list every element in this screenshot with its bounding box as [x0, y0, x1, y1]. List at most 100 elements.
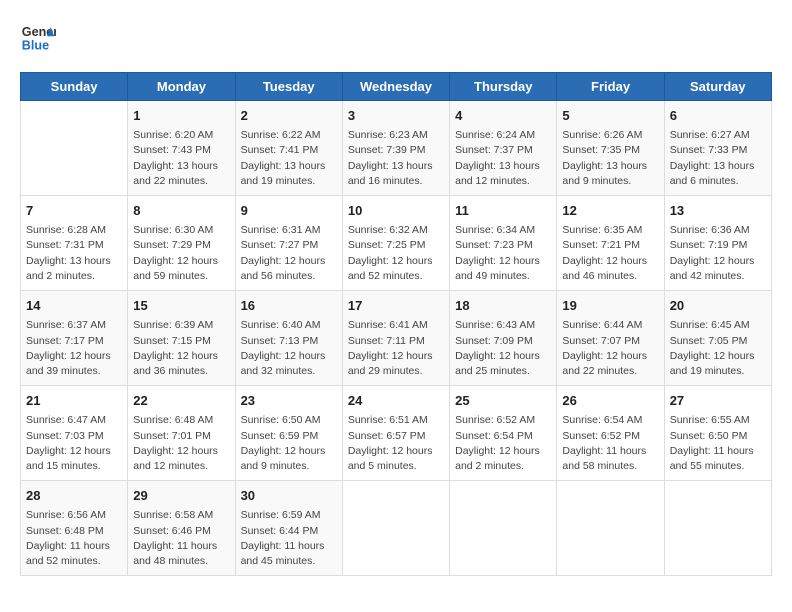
calendar-cell: 15 Sunrise: 6:39 AM Sunset: 7:15 PM Dayli…: [128, 291, 235, 386]
calendar-cell: 11Sunrise: 6:34 AM Sunset: 7:23 PM Dayli…: [450, 196, 557, 291]
day-info: Sunrise: 6:22 AM Sunset: 7:41 PM Dayligh…: [241, 128, 337, 189]
day-number: 8: [133, 202, 229, 220]
day-info: Sunrise: 6:28 AM Sunset: 7:31 PM Dayligh…: [26, 223, 122, 284]
day-info: Sunrise: 6:36 AM Sunset: 7:19 PM Dayligh…: [670, 223, 766, 284]
day-number: 23: [241, 392, 337, 410]
day-number: 26: [562, 392, 658, 410]
calendar-cell: 6Sunrise: 6:27 AM Sunset: 7:33 PM Daylig…: [664, 101, 771, 196]
page-header: General Blue: [20, 20, 772, 56]
day-number: 24: [348, 392, 444, 410]
day-header-monday: Monday: [128, 73, 235, 101]
day-number: 28: [26, 487, 122, 505]
day-info: Sunrise: 6:41 AM Sunset: 7:11 PM Dayligh…: [348, 318, 444, 379]
calendar-header: SundayMondayTuesdayWednesdayThursdayFrid…: [21, 73, 772, 101]
day-number: 12: [562, 202, 658, 220]
day-info: Sunrise: 6:55 AM Sunset: 6:50 PM Dayligh…: [670, 413, 766, 474]
calendar-cell: 4 Sunrise: 6:24 AM Sunset: 7:37 PM Daylig…: [450, 101, 557, 196]
day-info: Sunrise: 6:35 AM Sunset: 7:21 PM Dayligh…: [562, 223, 658, 284]
calendar-cell: [664, 481, 771, 576]
day-number: 27: [670, 392, 766, 410]
day-info: Sunrise: 6:56 AM Sunset: 6:48 PM Dayligh…: [26, 508, 122, 569]
day-number: 25: [455, 392, 551, 410]
calendar-cell: 7 Sunrise: 6:28 AM Sunset: 7:31 PM Daylig…: [21, 196, 128, 291]
day-number: 29: [133, 487, 229, 505]
day-header-saturday: Saturday: [664, 73, 771, 101]
calendar-body: 1Sunrise: 6:20 AM Sunset: 7:43 PM Daylig…: [21, 101, 772, 576]
calendar-cell: 8 Sunrise: 6:30 AM Sunset: 7:29 PM Daylig…: [128, 196, 235, 291]
day-header-friday: Friday: [557, 73, 664, 101]
calendar-cell: 9 Sunrise: 6:31 AM Sunset: 7:27 PM Daylig…: [235, 196, 342, 291]
day-info: Sunrise: 6:40 AM Sunset: 7:13 PM Dayligh…: [241, 318, 337, 379]
calendar-cell: [557, 481, 664, 576]
calendar-cell: 14 Sunrise: 6:37 AM Sunset: 7:17 PM Dayli…: [21, 291, 128, 386]
week-row-1: 1Sunrise: 6:20 AM Sunset: 7:43 PM Daylig…: [21, 101, 772, 196]
day-number: 20: [670, 297, 766, 315]
calendar-cell: 23 Sunrise: 6:50 AM Sunset: 6:59 PM Dayli…: [235, 386, 342, 481]
calendar-cell: 2Sunrise: 6:22 AM Sunset: 7:41 PM Daylig…: [235, 101, 342, 196]
calendar-cell: 25 Sunrise: 6:52 AM Sunset: 6:54 PM Dayli…: [450, 386, 557, 481]
week-row-3: 14 Sunrise: 6:37 AM Sunset: 7:17 PM Dayli…: [21, 291, 772, 386]
calendar-cell: 1Sunrise: 6:20 AM Sunset: 7:43 PM Daylig…: [128, 101, 235, 196]
calendar-cell: 22 Sunrise: 6:48 AM Sunset: 7:01 PM Dayli…: [128, 386, 235, 481]
day-info: Sunrise: 6:48 AM Sunset: 7:01 PM Dayligh…: [133, 413, 229, 474]
svg-text:Blue: Blue: [22, 39, 49, 53]
day-header-sunday: Sunday: [21, 73, 128, 101]
day-info: Sunrise: 6:20 AM Sunset: 7:43 PM Dayligh…: [133, 128, 229, 189]
day-info: Sunrise: 6:54 AM Sunset: 6:52 PM Dayligh…: [562, 413, 658, 474]
day-header-wednesday: Wednesday: [342, 73, 449, 101]
calendar-cell: [450, 481, 557, 576]
day-info: Sunrise: 6:50 AM Sunset: 6:59 PM Dayligh…: [241, 413, 337, 474]
day-info: Sunrise: 6:52 AM Sunset: 6:54 PM Dayligh…: [455, 413, 551, 474]
day-info: Sunrise: 6:47 AM Sunset: 7:03 PM Dayligh…: [26, 413, 122, 474]
day-header-tuesday: Tuesday: [235, 73, 342, 101]
day-info: Sunrise: 6:26 AM Sunset: 7:35 PM Dayligh…: [562, 128, 658, 189]
day-number: 22: [133, 392, 229, 410]
calendar-cell: 17 Sunrise: 6:41 AM Sunset: 7:11 PM Dayli…: [342, 291, 449, 386]
day-info: Sunrise: 6:51 AM Sunset: 6:57 PM Dayligh…: [348, 413, 444, 474]
calendar-cell: 19 Sunrise: 6:44 AM Sunset: 7:07 PM Dayli…: [557, 291, 664, 386]
day-number: 15: [133, 297, 229, 315]
day-number: 17: [348, 297, 444, 315]
day-number: 16: [241, 297, 337, 315]
day-info: Sunrise: 6:32 AM Sunset: 7:25 PM Dayligh…: [348, 223, 444, 284]
calendar-cell: 29 Sunrise: 6:58 AM Sunset: 6:46 PM Dayli…: [128, 481, 235, 576]
day-number: 5: [562, 107, 658, 125]
calendar-cell: 13 Sunrise: 6:36 AM Sunset: 7:19 PM Dayli…: [664, 196, 771, 291]
week-row-5: 28 Sunrise: 6:56 AM Sunset: 6:48 PM Dayli…: [21, 481, 772, 576]
calendar-cell: 18 Sunrise: 6:43 AM Sunset: 7:09 PM Dayli…: [450, 291, 557, 386]
calendar-cell: 24 Sunrise: 6:51 AM Sunset: 6:57 PM Dayli…: [342, 386, 449, 481]
day-info: Sunrise: 6:44 AM Sunset: 7:07 PM Dayligh…: [562, 318, 658, 379]
day-number: 10: [348, 202, 444, 220]
calendar-cell: 16 Sunrise: 6:40 AM Sunset: 7:13 PM Dayli…: [235, 291, 342, 386]
calendar-cell: [21, 101, 128, 196]
calendar-cell: 21 Sunrise: 6:47 AM Sunset: 7:03 PM Dayli…: [21, 386, 128, 481]
day-info: Sunrise: 6:58 AM Sunset: 6:46 PM Dayligh…: [133, 508, 229, 569]
calendar-table: SundayMondayTuesdayWednesdayThursdayFrid…: [20, 72, 772, 576]
day-info: Sunrise: 6:24 AM Sunset: 7:37 PM Dayligh…: [455, 128, 551, 189]
day-number: 4: [455, 107, 551, 125]
day-number: 14: [26, 297, 122, 315]
day-info: Sunrise: 6:59 AM Sunset: 6:44 PM Dayligh…: [241, 508, 337, 569]
calendar-cell: 28 Sunrise: 6:56 AM Sunset: 6:48 PM Dayli…: [21, 481, 128, 576]
calendar-cell: 30 Sunrise: 6:59 AM Sunset: 6:44 PM Dayli…: [235, 481, 342, 576]
day-number: 18: [455, 297, 551, 315]
day-number: 7: [26, 202, 122, 220]
day-number: 30: [241, 487, 337, 505]
day-info: Sunrise: 6:31 AM Sunset: 7:27 PM Dayligh…: [241, 223, 337, 284]
day-number: 19: [562, 297, 658, 315]
week-row-2: 7 Sunrise: 6:28 AM Sunset: 7:31 PM Daylig…: [21, 196, 772, 291]
logo-icon: General Blue: [20, 20, 56, 56]
calendar-cell: 5 Sunrise: 6:26 AM Sunset: 7:35 PM Daylig…: [557, 101, 664, 196]
day-info: Sunrise: 6:43 AM Sunset: 7:09 PM Dayligh…: [455, 318, 551, 379]
calendar-cell: 20Sunrise: 6:45 AM Sunset: 7:05 PM Dayli…: [664, 291, 771, 386]
day-number: 9: [241, 202, 337, 220]
calendar-cell: 3Sunrise: 6:23 AM Sunset: 7:39 PM Daylig…: [342, 101, 449, 196]
day-number: 13: [670, 202, 766, 220]
day-info: Sunrise: 6:37 AM Sunset: 7:17 PM Dayligh…: [26, 318, 122, 379]
day-info: Sunrise: 6:30 AM Sunset: 7:29 PM Dayligh…: [133, 223, 229, 284]
day-info: Sunrise: 6:39 AM Sunset: 7:15 PM Dayligh…: [133, 318, 229, 379]
calendar-cell: 26 Sunrise: 6:54 AM Sunset: 6:52 PM Dayli…: [557, 386, 664, 481]
day-number: 21: [26, 392, 122, 410]
day-number: 11: [455, 202, 551, 220]
logo: General Blue: [20, 20, 56, 56]
